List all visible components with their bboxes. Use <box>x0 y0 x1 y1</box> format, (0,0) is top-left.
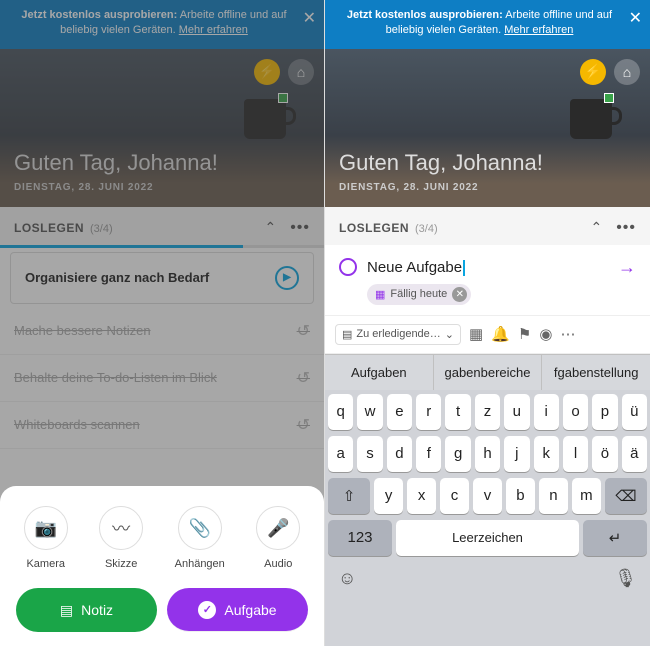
suggestion[interactable]: Aufgaben <box>325 355 434 390</box>
hero-header: ⚡ ⌂ Guten Tag, Johanna! DIENSTAG, 28. JU… <box>325 49 650 207</box>
numeric-key[interactable]: 123 <box>328 520 392 556</box>
new-task-button[interactable]: ✓Aufgabe <box>167 588 308 632</box>
bell-icon[interactable]: 🔔 <box>491 325 510 343</box>
key-a[interactable]: a <box>328 436 353 472</box>
mug-image <box>570 99 620 144</box>
notebook-icon: ▤ <box>342 328 352 341</box>
key-l[interactable]: l <box>563 436 588 472</box>
key-t[interactable]: t <box>445 394 470 430</box>
new-task-row: Neue Aufgabe → <box>325 245 650 284</box>
more-icon[interactable]: ⋯ <box>560 325 575 343</box>
check-icon: ✓ <box>198 601 216 619</box>
bolt-icon[interactable]: ⚡ <box>580 59 606 85</box>
backspace-key[interactable]: ⌫ <box>605 478 647 514</box>
key-m[interactable]: m <box>572 478 601 514</box>
person-icon[interactable]: ◉ <box>539 325 552 343</box>
chevron-up-icon[interactable]: ⌃ <box>590 219 602 236</box>
new-note-button[interactable]: ▤Notiz <box>16 588 157 632</box>
key-q[interactable]: q <box>328 394 353 430</box>
sketch-icon: 〰 <box>99 506 143 550</box>
suggestion[interactable]: fgabenstellung <box>542 355 650 390</box>
key-f[interactable]: f <box>416 436 441 472</box>
key-c[interactable]: c <box>440 478 469 514</box>
soft-keyboard: qwertzuiopü asdfghjklöä ⇧ yxcvbnm ⌫ 123 … <box>325 390 650 646</box>
key-n[interactable]: n <box>539 478 568 514</box>
key-r[interactable]: r <box>416 394 441 430</box>
key-h[interactable]: h <box>475 436 500 472</box>
key-ü[interactable]: ü <box>622 394 647 430</box>
key-v[interactable]: v <box>473 478 502 514</box>
date-text: DIENSTAG, 28. JUNI 2022 <box>339 182 636 193</box>
close-icon[interactable]: ✕ <box>629 8 642 30</box>
task-title-input[interactable]: Neue Aufgabe <box>367 259 608 276</box>
due-chip[interactable]: ▦ Fällig heute ✕ <box>367 284 471 305</box>
key-k[interactable]: k <box>534 436 559 472</box>
shift-key[interactable]: ⇧ <box>328 478 370 514</box>
key-j[interactable]: j <box>504 436 529 472</box>
camera-icon: 📷 <box>24 506 68 550</box>
key-z[interactable]: z <box>475 394 500 430</box>
note-icon: ▤ <box>60 602 73 619</box>
task-checkbox[interactable] <box>339 258 357 276</box>
suggestion[interactable]: gabenbereiche <box>434 355 543 390</box>
dim-overlay[interactable]: 📷Kamera 〰Skizze 📎Anhängen 🎤Audio ▤Notiz … <box>0 0 324 646</box>
dictation-key[interactable]: 🎙 <box>614 568 637 589</box>
calendar-icon[interactable]: ▦ <box>469 325 483 343</box>
key-o[interactable]: o <box>563 394 588 430</box>
promo-link[interactable]: Mehr erfahren <box>504 24 573 36</box>
key-u[interactable]: u <box>504 394 529 430</box>
keyboard-suggestions: Aufgaben gabenbereiche fgabenstellung <box>325 354 650 390</box>
key-y[interactable]: y <box>374 478 403 514</box>
mic-icon: 🎤 <box>256 506 300 550</box>
key-d[interactable]: d <box>387 436 412 472</box>
submit-arrow-icon[interactable]: → <box>618 257 636 278</box>
key-x[interactable]: x <box>407 478 436 514</box>
attach-icon: 📎 <box>178 506 222 550</box>
key-i[interactable]: i <box>534 394 559 430</box>
key-p[interactable]: p <box>592 394 617 430</box>
home-icon[interactable]: ⌂ <box>614 59 640 85</box>
key-ä[interactable]: ä <box>622 436 647 472</box>
promo-banner: Jetzt kostenlos ausprobieren: Arbeite of… <box>325 0 650 49</box>
sheet-sketch[interactable]: 〰Skizze <box>99 506 143 570</box>
task-toolbar: ▤Zu erledigende…⌄ ▦ 🔔 ⚑ ◉ ⋯ <box>325 315 650 354</box>
key-e[interactable]: e <box>387 394 412 430</box>
emoji-key[interactable]: ☺ <box>338 568 356 589</box>
return-key[interactable]: ↵ <box>583 520 647 556</box>
key-s[interactable]: s <box>357 436 382 472</box>
key-w[interactable]: w <box>357 394 382 430</box>
section-header: LOSLEGEN (3/4) ⌃ ••• <box>325 207 650 245</box>
more-icon[interactable]: ••• <box>616 219 636 237</box>
action-sheet: 📷Kamera 〰Skizze 📎Anhängen 🎤Audio ▤Notiz … <box>0 486 324 646</box>
notebook-picker[interactable]: ▤Zu erledigende…⌄ <box>335 324 461 345</box>
chip-remove-icon[interactable]: ✕ <box>452 287 467 302</box>
sheet-attach[interactable]: 📎Anhängen <box>175 506 225 570</box>
key-b[interactable]: b <box>506 478 535 514</box>
calendar-icon: ▦ <box>375 288 385 301</box>
sheet-audio[interactable]: 🎤Audio <box>256 506 300 570</box>
key-ö[interactable]: ö <box>592 436 617 472</box>
key-g[interactable]: g <box>445 436 470 472</box>
space-key[interactable]: Leerzeichen <box>396 520 579 556</box>
sheet-camera[interactable]: 📷Kamera <box>24 506 68 570</box>
flag-icon[interactable]: ⚑ <box>518 325 531 343</box>
greeting-text: Guten Tag, Johanna! <box>339 150 636 176</box>
